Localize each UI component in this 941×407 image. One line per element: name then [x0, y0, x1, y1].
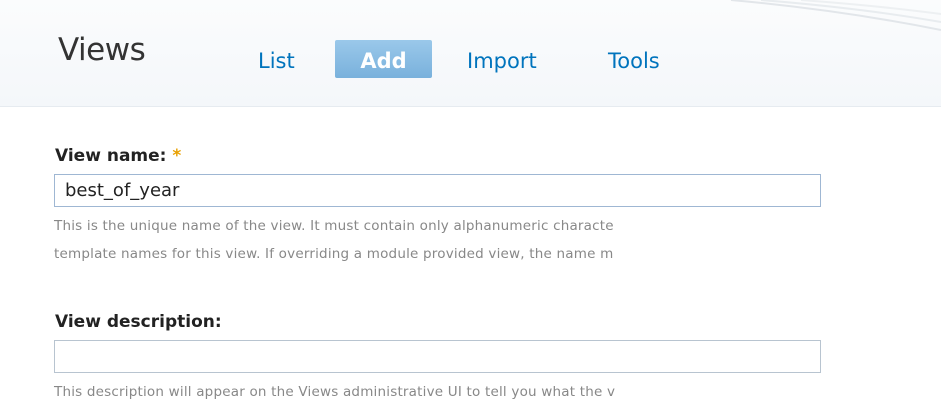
view-name-help-line-1: This is the unique name of the view. It …	[54, 218, 614, 234]
page-header: Views List Add Import Tools	[0, 0, 941, 107]
page: Views List Add Import Tools View name: *…	[0, 0, 941, 407]
view-description-help: This description will appear on the View…	[54, 384, 616, 400]
view-name-label-text: View name:	[55, 146, 167, 166]
decorative-swoosh	[730, 0, 941, 31]
view-description-label: View description:	[55, 312, 222, 332]
required-marker: *	[172, 146, 182, 166]
tab-tools[interactable]: Tools	[608, 40, 660, 78]
tab-import[interactable]: Import	[467, 40, 537, 78]
tab-list[interactable]: List	[258, 40, 295, 78]
tab-add[interactable]: Add	[335, 40, 432, 78]
view-name-input[interactable]	[54, 174, 821, 207]
view-name-label: View name: *	[55, 146, 181, 166]
view-name-help-line-2: template names for this view. If overrid…	[54, 246, 614, 262]
page-title: Views	[58, 32, 146, 68]
view-description-input[interactable]	[54, 340, 821, 373]
